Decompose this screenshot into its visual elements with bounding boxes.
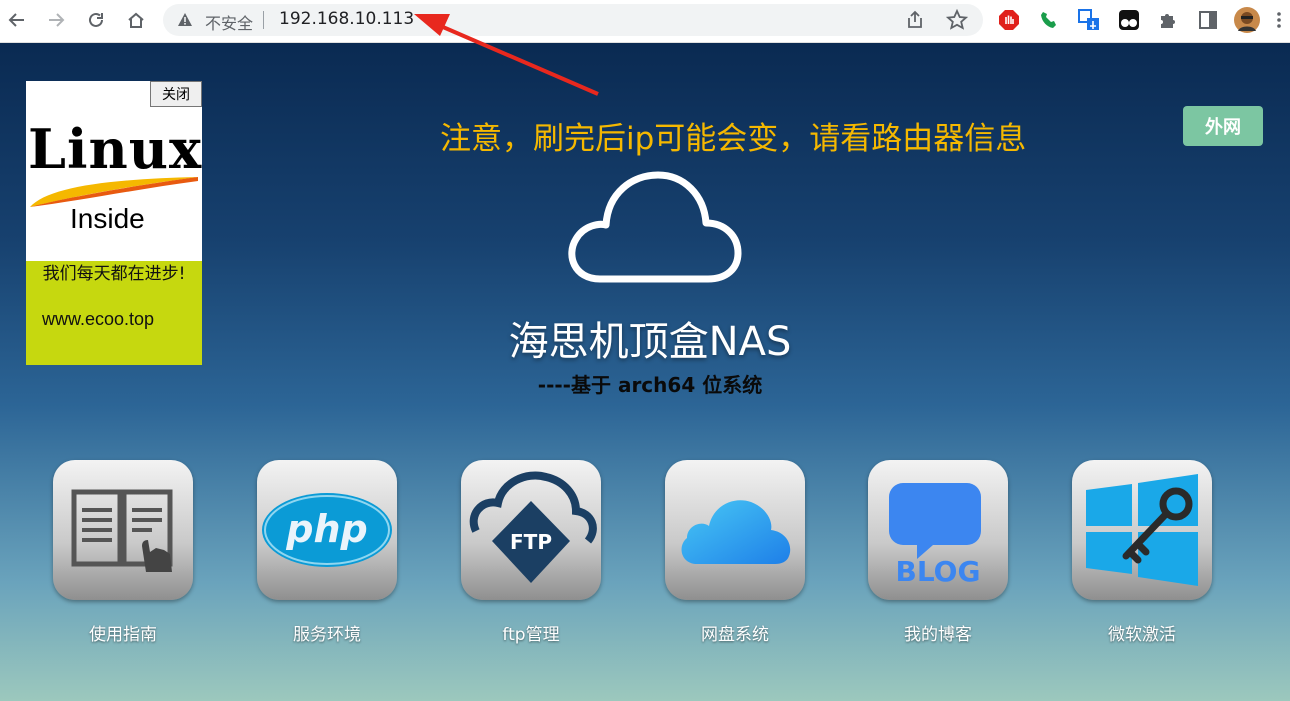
reload-button[interactable]	[81, 6, 111, 34]
app-tile[interactable]: FTP	[461, 460, 601, 600]
url-text[interactable]: 192.168.10.113	[279, 9, 414, 29]
app-tile[interactable]	[1072, 460, 1212, 600]
adblock-extension[interactable]	[996, 7, 1022, 33]
windows-key-icon	[1086, 474, 1198, 586]
ftp-icon-text: FTP	[510, 530, 552, 554]
ad-slogan: 我们每天都在进步!	[42, 264, 186, 284]
page-subtitle: ----基于 arch64 位系统	[537, 373, 763, 397]
app-tile[interactable]: BLOG	[868, 460, 1008, 600]
app-label: 网盘系统	[701, 625, 769, 645]
profile-avatar[interactable]	[1234, 7, 1260, 33]
app-label: 服务环境	[293, 625, 361, 645]
external-network-button[interactable]: 外网	[1183, 106, 1263, 146]
browser-toolbar: 不安全 192.168.10.113	[0, 0, 1290, 43]
home-icon	[128, 12, 144, 28]
app-tile[interactable]: php	[257, 460, 397, 600]
app-label: 我的博客	[904, 625, 972, 645]
avatar-icon	[1234, 7, 1260, 33]
puzzle-icon	[1161, 14, 1175, 28]
tampermonkey-icon	[1119, 10, 1139, 30]
app-ms-activation[interactable]: 微软激活	[1072, 460, 1212, 645]
app-label: ftp管理	[502, 625, 560, 645]
book-hand-icon	[71, 489, 173, 572]
more-vert-icon	[1277, 12, 1281, 28]
php-icon: php	[262, 493, 392, 567]
bookmark-star-icon[interactable]	[946, 9, 968, 31]
stop-hand-icon	[999, 10, 1019, 30]
arrow-right-icon	[49, 13, 65, 27]
app-ftp-manager[interactable]: FTP ftp管理	[461, 460, 601, 645]
page-title: 海思机顶盒NAS	[508, 319, 792, 365]
php-icon-text: php	[285, 507, 367, 551]
side-panel-icon	[1199, 11, 1217, 29]
icloud-icon	[681, 500, 791, 564]
translate-icon	[1078, 9, 1099, 30]
app-tile[interactable]	[53, 460, 193, 600]
logo-linux-text: Linux	[28, 117, 203, 181]
warning-icon	[178, 13, 192, 26]
phone-extension[interactable]	[1036, 7, 1062, 33]
forward-button[interactable]	[41, 6, 71, 34]
reload-icon	[89, 12, 103, 27]
blog-icon-text: BLOG	[896, 555, 981, 585]
security-label[interactable]: 不安全	[205, 10, 253, 34]
back-button[interactable]	[2, 6, 32, 34]
cloud-icon	[568, 171, 742, 283]
omnibox-separator	[263, 11, 264, 29]
blog-icon: BLOG	[889, 483, 981, 585]
tampermonkey-extension[interactable]	[1116, 7, 1142, 33]
notice-text: 注意，刷完后ip可能会变，请看路由器信息	[440, 121, 1027, 157]
home-button[interactable]	[121, 6, 151, 34]
phone-icon	[1041, 12, 1056, 28]
extensions-button[interactable]	[1155, 7, 1181, 33]
share-icon[interactable]	[905, 10, 925, 30]
nas-homepage: 关闭 Linux Inside 我们每天都在进步! www.ecoo.top 注…	[0, 43, 1290, 701]
app-label: 微软激活	[1108, 625, 1176, 645]
annotation-arrow-icon	[414, 14, 599, 96]
arrow-left-icon	[8, 13, 24, 27]
linux-inside-logo: Linux Inside	[26, 111, 202, 261]
app-cloud-drive[interactable]: 网盘系统	[665, 460, 805, 645]
ad-close-button[interactable]: 关闭	[150, 81, 202, 107]
app-service-env[interactable]: php 服务环境	[257, 460, 397, 645]
app-user-guide[interactable]: 使用指南	[53, 460, 193, 645]
app-my-blog[interactable]: BLOG 我的博客	[868, 460, 1008, 645]
ftp-icon: FTP	[469, 471, 597, 583]
browser-menu-button[interactable]	[1272, 7, 1286, 33]
logo-inside-text: Inside	[70, 203, 145, 234]
translate-extension[interactable]	[1076, 7, 1102, 33]
app-label: 使用指南	[89, 625, 157, 645]
side-panel-button[interactable]	[1195, 7, 1221, 33]
app-tile[interactable]	[665, 460, 805, 600]
